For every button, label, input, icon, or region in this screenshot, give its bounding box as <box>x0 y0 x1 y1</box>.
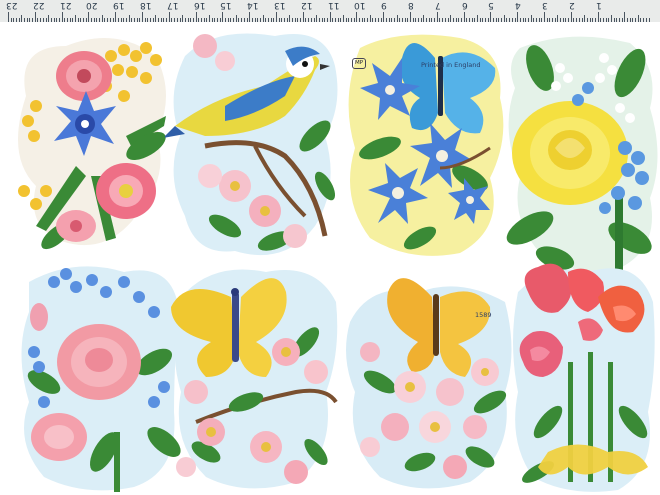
ruler-tick <box>503 15 505 22</box>
ruler-number: 4 <box>515 0 521 10</box>
ruler-number: 20 <box>86 0 98 10</box>
ruler-tick <box>48 15 50 22</box>
ruler-tick <box>356 12 358 22</box>
ruler-number: 6 <box>461 0 468 10</box>
ruler-tick <box>34 12 36 22</box>
ruler-number: 15 <box>220 0 232 10</box>
ruler-tick <box>168 12 170 22</box>
ruler-tick <box>624 12 626 22</box>
measuring-ruler: 23 22 21 20 19 18 17 16 15 14 13 12 11 10 9 8 7 6 5 4 3 2 1 <box>0 0 660 23</box>
ruler-tick <box>302 12 304 22</box>
ruler-number: 16 <box>193 0 206 10</box>
ruler-tick <box>222 12 224 22</box>
ruler-tick <box>262 15 264 22</box>
ruler-tick <box>142 12 143 22</box>
ruler-tick <box>436 12 438 22</box>
flower-bouquet-pink-blue-icon <box>6 26 176 256</box>
ruler-tick <box>289 15 291 22</box>
ruler-number: 5 <box>488 0 495 10</box>
ruler-tick <box>209 15 210 22</box>
ruler-tick <box>611 15 612 22</box>
scrap-sheet-scene: 23 22 21 20 19 18 17 16 15 14 13 12 11 10 9 8 7 6 5 4 3 2 1 <box>0 0 660 495</box>
ruler-number: 11 <box>327 0 340 10</box>
ruler-tick <box>517 12 519 22</box>
ruler-tick <box>21 15 23 22</box>
ruler-tick <box>584 15 586 22</box>
ruler-tick <box>557 15 559 22</box>
ruler-tick <box>570 12 572 22</box>
ruler-tick <box>115 12 117 22</box>
printed-in-label: Printed in England <box>421 61 481 69</box>
ruler-tick <box>396 15 398 22</box>
scrap-sheet: MP Printed in England 1589 <box>0 22 660 495</box>
ruler-number: 2 <box>568 0 575 10</box>
ruler-tick <box>235 15 237 22</box>
carnation-bouquet-with-ribbon-icon <box>508 252 658 495</box>
ruler-number: 3 <box>542 0 548 10</box>
ruler-number: 23 <box>6 0 18 10</box>
ruler-tick <box>597 12 599 22</box>
ruler-number: 7 <box>434 0 441 10</box>
ruler-tick <box>276 12 277 22</box>
ruler-number: 19 <box>113 0 125 10</box>
ruler-tick <box>410 12 411 22</box>
ruler-tick <box>8 12 9 22</box>
publisher-logo: MP <box>352 58 366 69</box>
ruler-tick <box>530 15 532 22</box>
ruler-number: 14 <box>247 0 259 10</box>
ruler-number: 13 <box>274 0 286 10</box>
ruler-number: 12 <box>300 0 313 10</box>
ruler-tick <box>423 15 425 22</box>
pink-rose-with-forget-me-nots-icon <box>14 252 184 492</box>
ruler-tick <box>61 12 63 22</box>
ruler-tick <box>88 12 90 22</box>
ruler-tick <box>477 15 478 22</box>
ruler-tick <box>369 15 371 22</box>
yellow-rose-with-forget-me-nots-icon <box>500 28 660 278</box>
ruler-tick <box>75 15 76 22</box>
ruler-number: 9 <box>381 0 387 10</box>
ruler-tick <box>637 15 639 22</box>
ruler-tick <box>195 12 197 22</box>
ruler-number: 22 <box>32 0 45 10</box>
ruler-number: 21 <box>59 0 72 10</box>
yellow-butterfly-with-apple-blossom-icon <box>340 262 520 492</box>
ruler-tick <box>544 12 545 22</box>
blue-tit-bird-with-blossom-icon <box>165 26 345 266</box>
yellow-butterfly-with-blossom-icon <box>166 252 346 492</box>
ruler-tick <box>490 12 492 22</box>
ruler-number: 10 <box>354 0 366 10</box>
ruler-tick <box>249 12 251 22</box>
ruler-number: 17 <box>166 0 179 10</box>
ruler-tick <box>383 12 385 22</box>
ruler-number: 8 <box>408 0 414 10</box>
sheet-number: 1589 <box>475 311 492 319</box>
ruler-tick <box>155 15 157 22</box>
ruler-number: 18 <box>140 0 152 10</box>
ruler-tick <box>128 15 130 22</box>
ruler-tick <box>329 12 331 22</box>
ruler-tick <box>316 15 318 22</box>
ruler-tick <box>450 15 452 22</box>
ruler-tick <box>463 12 465 22</box>
ruler-tick <box>343 15 344 22</box>
ruler-tick <box>101 15 103 22</box>
ruler-tick <box>182 15 184 22</box>
ruler-number: 1 <box>595 0 602 10</box>
